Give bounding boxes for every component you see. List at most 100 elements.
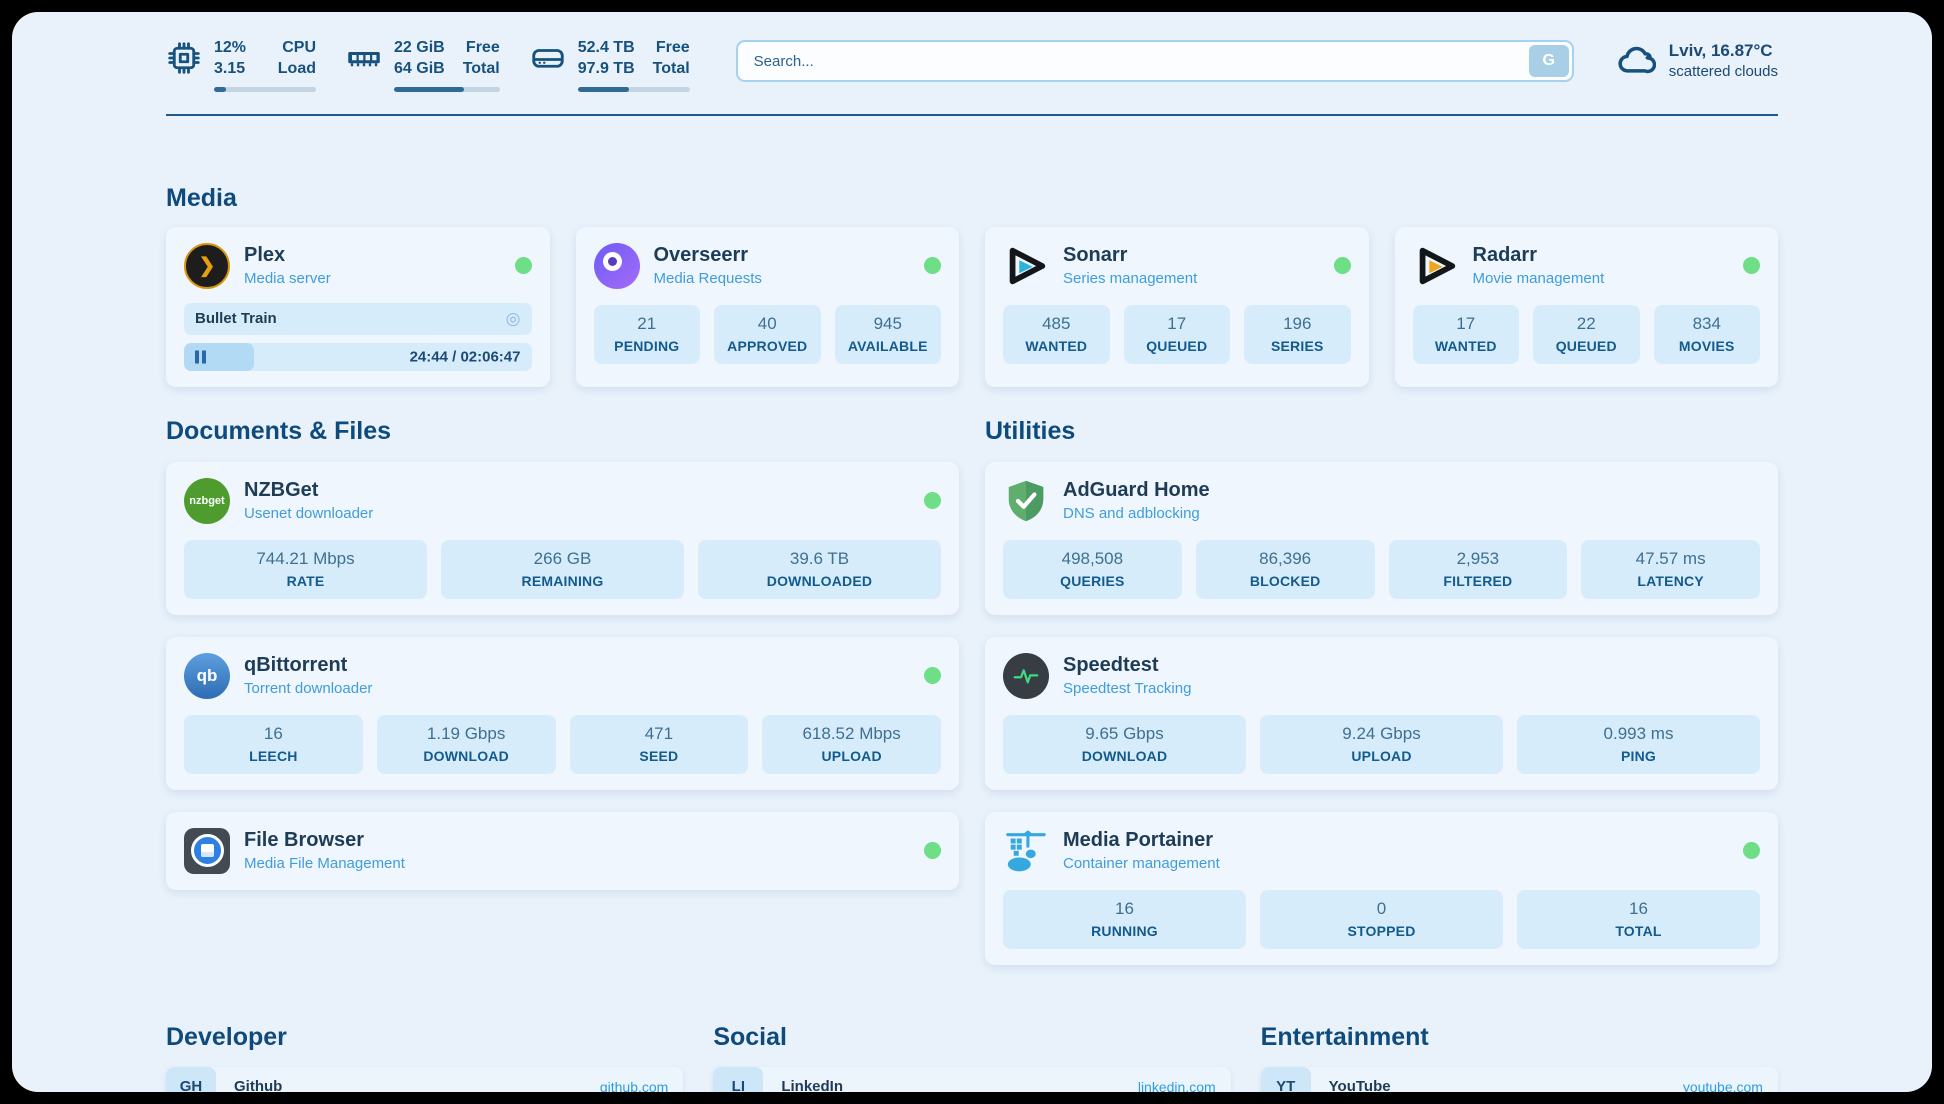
stat-chip: 196 SERIES: [1244, 305, 1351, 364]
stat-chip: 0 STOPPED: [1260, 890, 1503, 949]
stat-chip: 16 RUNNING: [1003, 890, 1246, 949]
link-domain: github.com: [600, 1079, 683, 1092]
disk-stat: 52.4 TB 97.9 TB Free Total: [530, 38, 690, 92]
link-domain: linkedin.com: [1138, 1079, 1231, 1092]
stat-chip: 86,396 BLOCKED: [1196, 540, 1375, 599]
header-divider: [166, 114, 1778, 116]
stat-chip: 945 AVAILABLE: [835, 305, 942, 364]
app-card-filebrowser[interactable]: File Browser Media File Management: [166, 812, 959, 890]
documents-column: Documents & Files nzbget NZBGet Usenet d…: [166, 417, 959, 890]
cpu-values: 12% 3.15: [214, 38, 246, 80]
disk-values: 52.4 TB 97.9 TB: [578, 38, 635, 80]
playback-time: 24:44 / 02:06:47: [410, 348, 521, 365]
app-card-sonarr[interactable]: Sonarr Series management 485 WANTED 17 Q…: [985, 227, 1369, 387]
overseerr-icon: [594, 243, 640, 289]
link-name: Github: [216, 1078, 282, 1092]
status-dot: [515, 257, 532, 274]
app-card-portainer[interactable]: Media Portainer Container management 16 …: [985, 812, 1778, 965]
status-dot: [1743, 257, 1760, 274]
app-title: NZBGet: [244, 479, 373, 502]
sonarr-icon: [1003, 243, 1049, 289]
search-engine-button[interactable]: G: [1529, 45, 1569, 77]
app-description: Media Requests: [654, 270, 762, 287]
header: 12% 3.15 CPU Load: [166, 12, 1778, 92]
app-card-adguard[interactable]: AdGuard Home DNS and adblocking 498,508 …: [985, 462, 1778, 615]
nzbget-icon: nzbget: [184, 478, 230, 524]
plex-icon: ❯: [184, 243, 230, 289]
app-description: Container management: [1063, 855, 1220, 872]
app-card-speedtest[interactable]: Speedtest Speedtest Tracking 9.65 Gbps D…: [985, 637, 1778, 790]
cpu-icon: [166, 40, 202, 76]
section-title-social: Social: [713, 1023, 1230, 1052]
stat-chip: 40 APPROVED: [714, 305, 821, 364]
stat-chip: 16 LEECH: [184, 715, 363, 774]
stat-chip: 39.6 TB DOWNLOADED: [698, 540, 941, 599]
cloud-icon: [1616, 40, 1656, 80]
app-card-radarr[interactable]: Radarr Movie management 17 WANTED 22 QUE…: [1395, 227, 1779, 387]
disk-icon: [530, 40, 566, 76]
memory-progressbar: [394, 87, 500, 92]
now-playing-title: Bullet Train: [195, 310, 277, 327]
app-title: Overseerr: [654, 244, 762, 267]
speedtest-icon: [1003, 653, 1049, 699]
stat-chip: 266 GB REMAINING: [441, 540, 684, 599]
disk-labels: Free Total: [653, 38, 690, 80]
search-input[interactable]: [736, 40, 1574, 82]
links-social: Social LI LinkedIn linkedin.com TW Twitt…: [713, 1023, 1230, 1092]
app-description: Movie management: [1473, 270, 1605, 287]
stat-chip: 47.57 ms LATENCY: [1581, 540, 1760, 599]
app-card-nzbget[interactable]: nzbget NZBGet Usenet downloader 744.21 M…: [166, 462, 959, 615]
app-card-qbittorrent[interactable]: qb qBittorrent Torrent downloader 16 LEE…: [166, 637, 959, 790]
disk-progressbar: [578, 87, 690, 92]
stat-chip: 9.24 Gbps UPLOAD: [1260, 715, 1503, 774]
memory-values: 22 GiB 64 GiB: [394, 38, 445, 80]
session-target-icon: ◎: [506, 310, 521, 327]
stat-chip: 618.52 Mbps UPLOAD: [762, 715, 941, 774]
links-developer: Developer GH Github github.com SO StackO…: [166, 1023, 683, 1092]
section-title-media: Media: [166, 184, 1778, 213]
utilities-column: Utilities AdGuard Home DNS and adblockin…: [985, 417, 1778, 965]
app-card-overseerr[interactable]: Overseerr Media Requests 21 PENDING 40 A…: [576, 227, 960, 387]
stat-chip: 744.21 Mbps RATE: [184, 540, 427, 599]
links-entertainment: Entertainment YT YouTube youtube.com NF …: [1261, 1023, 1778, 1092]
app-description: Media File Management: [244, 855, 405, 872]
section-title-documents: Documents & Files: [166, 417, 959, 446]
stat-chip: 485 WANTED: [1003, 305, 1110, 364]
section-title-utilities: Utilities: [985, 417, 1778, 446]
memory-labels: Free Total: [463, 38, 500, 80]
ram-icon: [346, 40, 382, 76]
link-linkedin[interactable]: LI LinkedIn linkedin.com: [713, 1067, 1230, 1092]
link-github[interactable]: GH Github github.com: [166, 1067, 683, 1092]
status-dot: [924, 667, 941, 684]
section-title-developer: Developer: [166, 1023, 683, 1052]
media-grid: ❯ Plex Media server Bullet Train ◎ 24:44…: [166, 227, 1778, 387]
dashboard-app: 12% 3.15 CPU Load: [12, 12, 1932, 1092]
app-description: Speedtest Tracking: [1063, 680, 1191, 697]
status-dot: [924, 257, 941, 274]
filebrowser-icon: [184, 828, 230, 874]
app-title: File Browser: [244, 829, 405, 852]
playback-progressbar: 24:44 / 02:06:47: [184, 343, 532, 371]
app-title: Radarr: [1473, 244, 1605, 267]
link-badge: GH: [166, 1067, 216, 1092]
weather-widget: Lviv, 16.87°C scattered clouds: [1616, 40, 1778, 80]
stat-chip: 1.19 Gbps DOWNLOAD: [377, 715, 556, 774]
app-description: Usenet downloader: [244, 505, 373, 522]
stat-chip: 834 MOVIES: [1654, 305, 1761, 364]
link-name: LinkedIn: [763, 1078, 843, 1092]
cpu-labels: CPU Load: [278, 38, 316, 80]
stat-chip: 21 PENDING: [594, 305, 701, 364]
app-title: Speedtest: [1063, 654, 1191, 677]
app-description: Torrent downloader: [244, 680, 372, 697]
link-domain: youtube.com: [1683, 1079, 1778, 1092]
link-youtube[interactable]: YT YouTube youtube.com: [1261, 1067, 1778, 1092]
search-bar: G: [736, 40, 1574, 82]
memory-stat: 22 GiB 64 GiB Free Total: [346, 38, 500, 92]
link-name: YouTube: [1311, 1078, 1391, 1092]
cpu-stat: 12% 3.15 CPU Load: [166, 38, 316, 92]
app-description: Media server: [244, 270, 331, 287]
app-title: Sonarr: [1063, 244, 1197, 267]
app-card-plex[interactable]: ❯ Plex Media server Bullet Train ◎ 24:44…: [166, 227, 550, 387]
app-title: qBittorrent: [244, 654, 372, 677]
stat-chip: 498,508 QUERIES: [1003, 540, 1182, 599]
